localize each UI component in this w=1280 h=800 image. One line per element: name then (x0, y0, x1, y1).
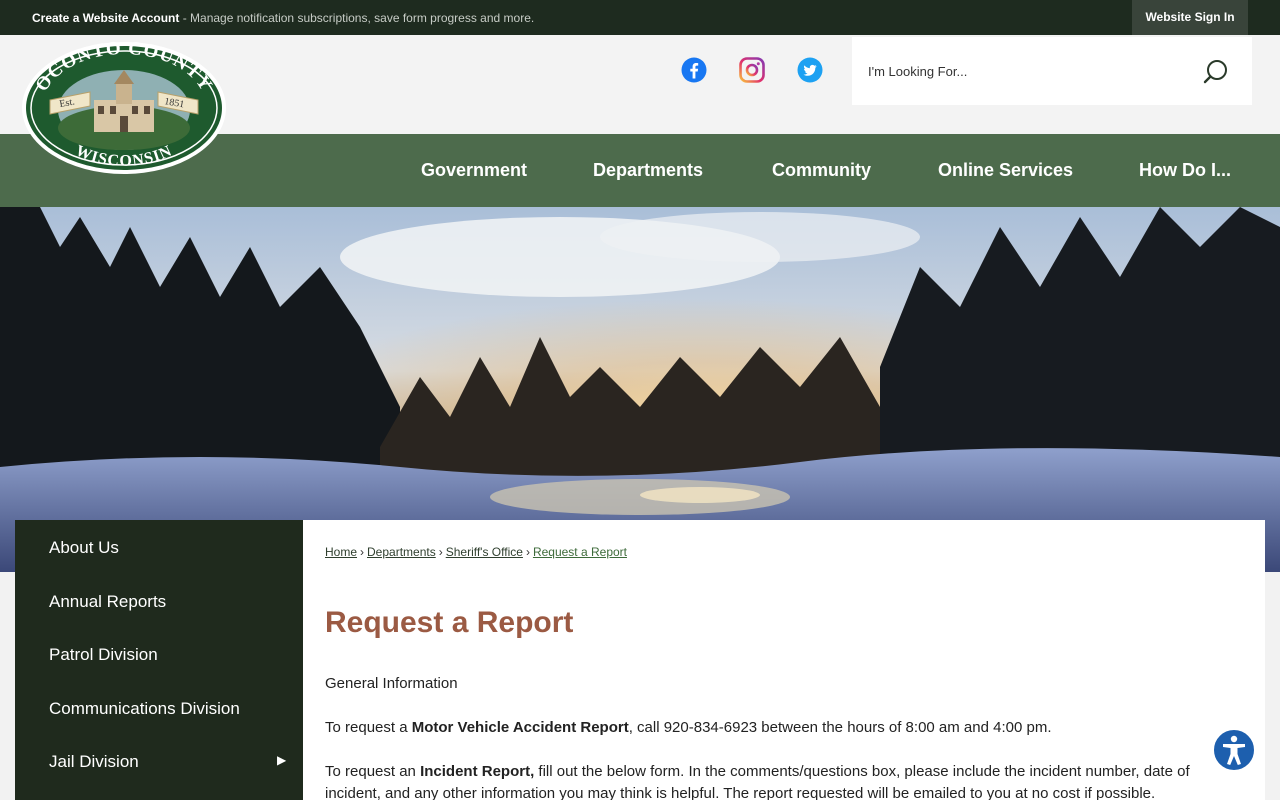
sidebar-item-communications-division[interactable]: Communications Division (49, 699, 240, 719)
accessibility-icon[interactable] (1212, 728, 1256, 772)
create-account-link[interactable]: Create a Website Account - Manage notifi… (32, 11, 534, 25)
sidebar-item-patrol-division[interactable]: Patrol Division (49, 645, 158, 665)
sidebar-item-about-us[interactable]: About Us (49, 538, 119, 558)
breadcrumb-home[interactable]: Home (325, 545, 357, 559)
sidebar-item-jail-division[interactable]: Jail Division (49, 752, 139, 772)
breadcrumb-departments[interactable]: Departments (367, 545, 436, 559)
search-box (852, 37, 1252, 105)
nav-how-do-i[interactable]: How Do I... (1139, 134, 1231, 207)
search-input[interactable] (868, 58, 1188, 84)
general-information-heading: General Information (325, 675, 458, 692)
paragraph-bold-text: Motor Vehicle Accident Report (411, 719, 629, 736)
nav-community[interactable]: Community (772, 134, 871, 207)
hero-winter-landscape-image (0, 207, 1280, 572)
create-account-label[interactable]: Create a Website Account (32, 11, 179, 25)
nav-departments[interactable]: Departments (593, 134, 703, 207)
breadcrumb-separator: › (360, 545, 365, 559)
paragraph-text: To request an (325, 763, 421, 780)
breadcrumb-separator: › (438, 545, 443, 559)
create-account-description: - Manage notification subscriptions, sav… (179, 11, 535, 25)
breadcrumb-separator: › (525, 545, 530, 559)
sidebar-menu: About Us Annual Reports Patrol Division … (15, 520, 303, 800)
paragraph-text: , call 920-834-6923 between the hours of… (628, 719, 1052, 736)
incident-report-paragraph: To request an Incident Report, fill out … (325, 761, 1225, 800)
instagram-icon[interactable] (739, 57, 765, 83)
search-icon[interactable] (1202, 57, 1232, 87)
top-account-bar: Create a Website Account - Manage notifi… (0, 0, 1280, 35)
breadcrumb-request-a-report[interactable]: Request a Report (533, 545, 627, 559)
accident-report-paragraph: To request a Motor Vehicle Accident Repo… (325, 717, 1225, 739)
nav-online-services[interactable]: Online Services (938, 134, 1073, 207)
paragraph-text: To request a (325, 719, 412, 736)
expand-arrow-icon[interactable]: ▶ (277, 753, 286, 767)
facebook-icon[interactable] (681, 57, 707, 83)
nav-government[interactable]: Government (421, 134, 527, 207)
paragraph-bold-text: Incident Report, (420, 763, 535, 780)
breadcrumb-sheriffs-office[interactable]: Sheriff's Office (446, 545, 523, 559)
page-title: Request a Report (325, 606, 574, 639)
website-sign-in-button[interactable]: Website Sign In (1132, 0, 1248, 35)
main-content: Home › Departments › Sheriff's Office › Reques… (303, 520, 1265, 800)
twitter-icon[interactable] (797, 57, 823, 83)
breadcrumb: Home › Departments › Sheriff's Office › Reques… (325, 545, 627, 559)
oconto-county-logo[interactable]: Est. 1851 OCONTO COUNTY WISCONSIN (20, 38, 228, 176)
sidebar-item-annual-reports[interactable]: Annual Reports (49, 592, 166, 612)
